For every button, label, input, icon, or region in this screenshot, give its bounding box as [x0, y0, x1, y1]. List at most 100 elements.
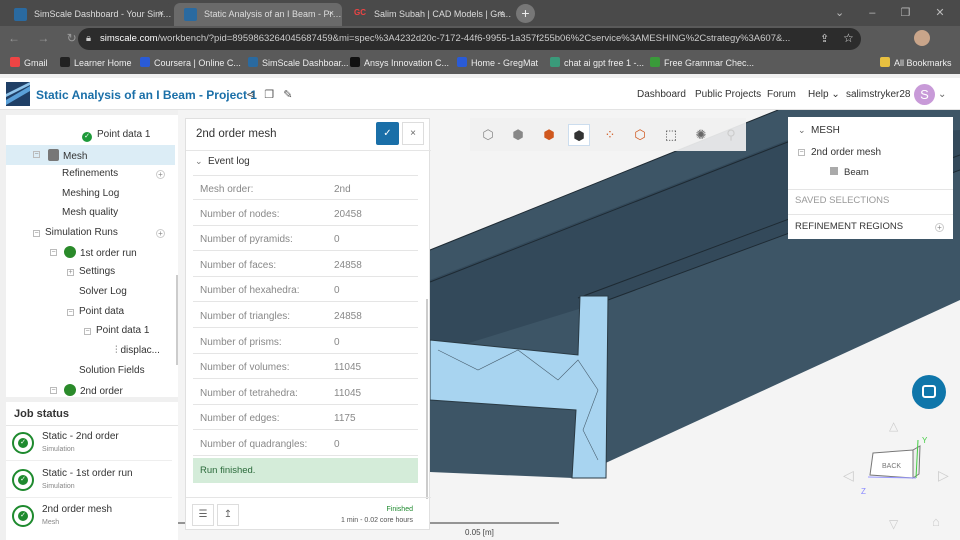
part-item-beam[interactable]: Beam	[844, 167, 869, 178]
scrollbar[interactable]	[176, 275, 178, 365]
nav-dashboard[interactable]: Dashboard	[637, 89, 686, 100]
collapse-icon[interactable]: −	[798, 149, 805, 156]
event-log-header[interactable]: Event log	[208, 156, 250, 167]
url-bar[interactable]: 🔒︎ simscale.com/workbench/?pid=8959863264…	[78, 28, 861, 50]
all-bookmarks[interactable]: All Bookmarks	[880, 57, 952, 68]
browser-tab[interactable]: SimScale Dashboard - Your Sim… ×	[4, 3, 172, 26]
username[interactable]: salimstryker28	[846, 89, 910, 100]
add-run-icon[interactable]: +	[156, 229, 165, 238]
project-actions[interactable]: ⋖ ❐ ✎	[246, 88, 292, 101]
job-type: Simulation	[42, 446, 75, 453]
explode-icon[interactable]: ✺	[690, 124, 712, 146]
close-icon[interactable]: ×	[159, 8, 164, 18]
tree-item-1st-order-run[interactable]: 1st order run	[64, 246, 137, 259]
collapse-icon[interactable]: −	[50, 249, 57, 256]
close-icon[interactable]: ×	[329, 8, 334, 18]
chat-button[interactable]	[912, 375, 946, 409]
share-icon[interactable]: ⇪	[820, 32, 829, 45]
bookmark-gregmat[interactable]: Home - GregMat	[457, 57, 538, 68]
tree-item-meshing-log[interactable]: Meshing Log	[62, 188, 119, 199]
bookmark-gmail[interactable]: Gmail	[10, 57, 48, 68]
bookmark-label: SimScale Dashboar...	[262, 58, 349, 68]
mesh-section-title[interactable]: MESH	[811, 125, 840, 136]
close-icon[interactable]: ×	[499, 8, 504, 18]
label: Mesh	[63, 151, 88, 162]
tree-item-point-data-1[interactable]: Point data 1	[96, 325, 149, 336]
bookmark-label: All Bookmarks	[894, 58, 952, 68]
grabcad-favicon: GC	[354, 8, 366, 17]
bookmark-chatgpt[interactable]: chat ai gpt free 1 -...	[550, 57, 644, 68]
run-gear-icon	[64, 246, 76, 258]
nav-arrows[interactable]: ← → ↻	[8, 31, 77, 45]
profile-avatar[interactable]	[914, 30, 930, 46]
part-cube-icon	[830, 167, 838, 175]
bookmark-label: Ansys Innovation C...	[364, 58, 450, 68]
row-value: 0	[334, 336, 340, 348]
bookmark-coursera[interactable]: Coursera | Online C...	[140, 57, 241, 68]
bookmark-ansys[interactable]: Ansys Innovation C...	[350, 57, 449, 68]
tree-item-mesh-quality[interactable]: Mesh quality	[62, 207, 118, 218]
tree-item-2nd-order[interactable]: 2nd order	[64, 384, 123, 397]
box-select-icon[interactable]: ⬚	[660, 124, 682, 146]
event-log-row: Number of volumes: 11045	[193, 354, 418, 380]
saved-selections-header[interactable]: SAVED SELECTIONS	[795, 195, 889, 206]
user-avatar[interactable]: S	[914, 84, 935, 105]
add-refinement-icon[interactable]: +	[935, 223, 944, 232]
tab-label: Static Analysis of an I Beam - Pr…	[204, 9, 342, 19]
add-refinement-icon[interactable]: +	[156, 170, 165, 179]
tree-item-mesh[interactable]: Mesh	[48, 149, 87, 162]
solid-mode-icon[interactable]: ⬢	[538, 124, 560, 146]
scrollbar[interactable]	[426, 299, 428, 499]
run-status: Finished	[386, 506, 413, 513]
job-item[interactable]: 2nd order mesh Mesh	[6, 499, 172, 534]
nav-help[interactable]: Help ⌄	[808, 89, 840, 100]
row-value: 0	[334, 234, 340, 246]
event-log-row: Number of tetrahedra: 11045	[193, 380, 418, 405]
job-item[interactable]: Static - 2nd order Simulation	[6, 426, 172, 461]
list-icon[interactable]: ☰	[192, 504, 214, 526]
tree-item-settings[interactable]: Settings	[79, 266, 115, 277]
bookmark-simscale[interactable]: SimScale Dashboar...	[248, 57, 349, 68]
mesh-mode-icon[interactable]: ⬢	[568, 124, 590, 146]
wireframe-mode-icon[interactable]: ⬡	[629, 124, 651, 146]
collapse-icon[interactable]: −	[33, 230, 40, 237]
nav-public-projects[interactable]: Public Projects	[695, 89, 761, 100]
star-icon[interactable]: ☆	[843, 31, 854, 45]
label: Point data 1	[97, 129, 151, 140]
tree-item-point-data[interactable]: ✓ Point data 1	[82, 129, 150, 142]
job-item[interactable]: Static - 1st order run Simulation	[6, 463, 172, 498]
window-controls[interactable]: ⌄ – ❐ ✕	[835, 6, 945, 19]
points-mode-icon[interactable]: ⁘	[599, 124, 621, 146]
row-key: Number of edges:	[200, 413, 280, 425]
tree-item-solution-fields[interactable]: Solution Fields	[79, 365, 145, 376]
mesh-tree-item[interactable]: 2nd order mesh	[811, 147, 881, 158]
chevron-down-icon[interactable]: ⌄	[195, 156, 203, 167]
view-cube-outline-icon[interactable]: ⬡	[477, 124, 499, 146]
tree-item-refinements[interactable]: Refinements	[62, 168, 118, 179]
search-icon[interactable]: ⚲	[720, 124, 742, 146]
tree-item-solver-log[interactable]: Solver Log	[79, 286, 127, 297]
tree-item-point-data[interactable]: Point data	[79, 306, 124, 317]
close-button[interactable]: ×	[402, 122, 424, 145]
new-tab-button[interactable]: +	[516, 4, 535, 23]
bookmark-learner[interactable]: Learner Home	[60, 57, 132, 68]
collapse-icon[interactable]: −	[33, 151, 40, 158]
upload-icon[interactable]: ↥	[217, 504, 239, 526]
chevron-down-icon[interactable]: ⌄	[938, 89, 946, 100]
simscale-favicon	[184, 8, 197, 21]
tree-item-displacement[interactable]: ⫶ displac...	[115, 345, 160, 356]
collapse-icon[interactable]: −	[84, 328, 91, 335]
expand-icon[interactable]: +	[67, 269, 74, 276]
browser-tab[interactable]: GC Salim Subah | CAD Models | Gra… ×	[344, 3, 512, 26]
collapse-icon[interactable]: −	[67, 309, 74, 316]
nav-forum[interactable]: Forum	[767, 89, 796, 100]
confirm-button[interactable]: ✓	[376, 122, 399, 145]
home-icon: ⌂	[932, 514, 940, 529]
bookmark-grammar[interactable]: Free Grammar Chec...	[650, 57, 754, 68]
view-cube-solid-icon[interactable]: ⬢	[507, 124, 529, 146]
tree-item-simulation-runs[interactable]: Simulation Runs	[45, 227, 118, 238]
refinement-regions-header[interactable]: REFINEMENT REGIONS	[795, 221, 903, 232]
browser-tab-active[interactable]: Static Analysis of an I Beam - Pr… ×	[174, 3, 342, 26]
chevron-down-icon[interactable]: ⌄	[798, 125, 806, 136]
collapse-icon[interactable]: −	[50, 387, 57, 394]
